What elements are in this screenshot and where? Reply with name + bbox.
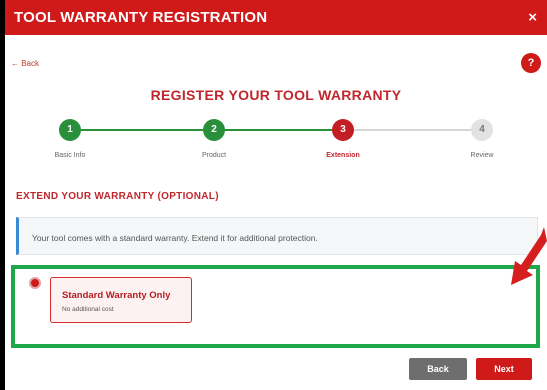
next-button[interactable]: Next xyxy=(476,358,532,380)
info-callout: Your tool comes with a standard warranty… xyxy=(16,217,538,255)
back-link[interactable]: ← Back xyxy=(11,59,39,68)
standard-warranty-option[interactable]: Standard Warranty Only No additional cos… xyxy=(50,277,192,323)
option-subtitle: No additional cost xyxy=(62,306,114,313)
step-1-circle: 1 xyxy=(59,119,81,141)
back-button[interactable]: Back xyxy=(409,358,467,380)
dialog-title-bar: TOOL WARRANTY REGISTRATION × xyxy=(5,0,547,35)
warranty-dialog: TOOL WARRANTY REGISTRATION × ← Back ? RE… xyxy=(5,0,547,390)
step-2-label: Product xyxy=(201,152,227,159)
section-title: EXTEND YOUR WARRANTY (OPTIONAL) xyxy=(16,191,219,202)
step-4-circle: 4 xyxy=(471,119,493,141)
step-4-label: Review xyxy=(470,152,494,159)
step-3-label: Extension xyxy=(326,152,360,159)
arrow-annotation-icon xyxy=(511,227,547,285)
help-icon[interactable]: ? xyxy=(521,53,541,73)
page-heading: REGISTER YOUR TOOL WARRANTY xyxy=(150,87,402,103)
step-connector xyxy=(353,129,471,131)
step-connector xyxy=(81,129,203,131)
standard-warranty-radio[interactable] xyxy=(29,277,41,289)
step-2-circle: 2 xyxy=(203,119,225,141)
step-3-circle: 3 xyxy=(332,119,354,141)
info-text: Your tool comes with a standard warranty… xyxy=(32,233,318,243)
option-title: Standard Warranty Only xyxy=(62,290,171,301)
step-1-label: Basic Info xyxy=(54,152,86,159)
close-icon[interactable]: × xyxy=(528,9,537,26)
step-connector xyxy=(223,129,333,131)
dialog-title: TOOL WARRANTY REGISTRATION xyxy=(14,9,268,26)
